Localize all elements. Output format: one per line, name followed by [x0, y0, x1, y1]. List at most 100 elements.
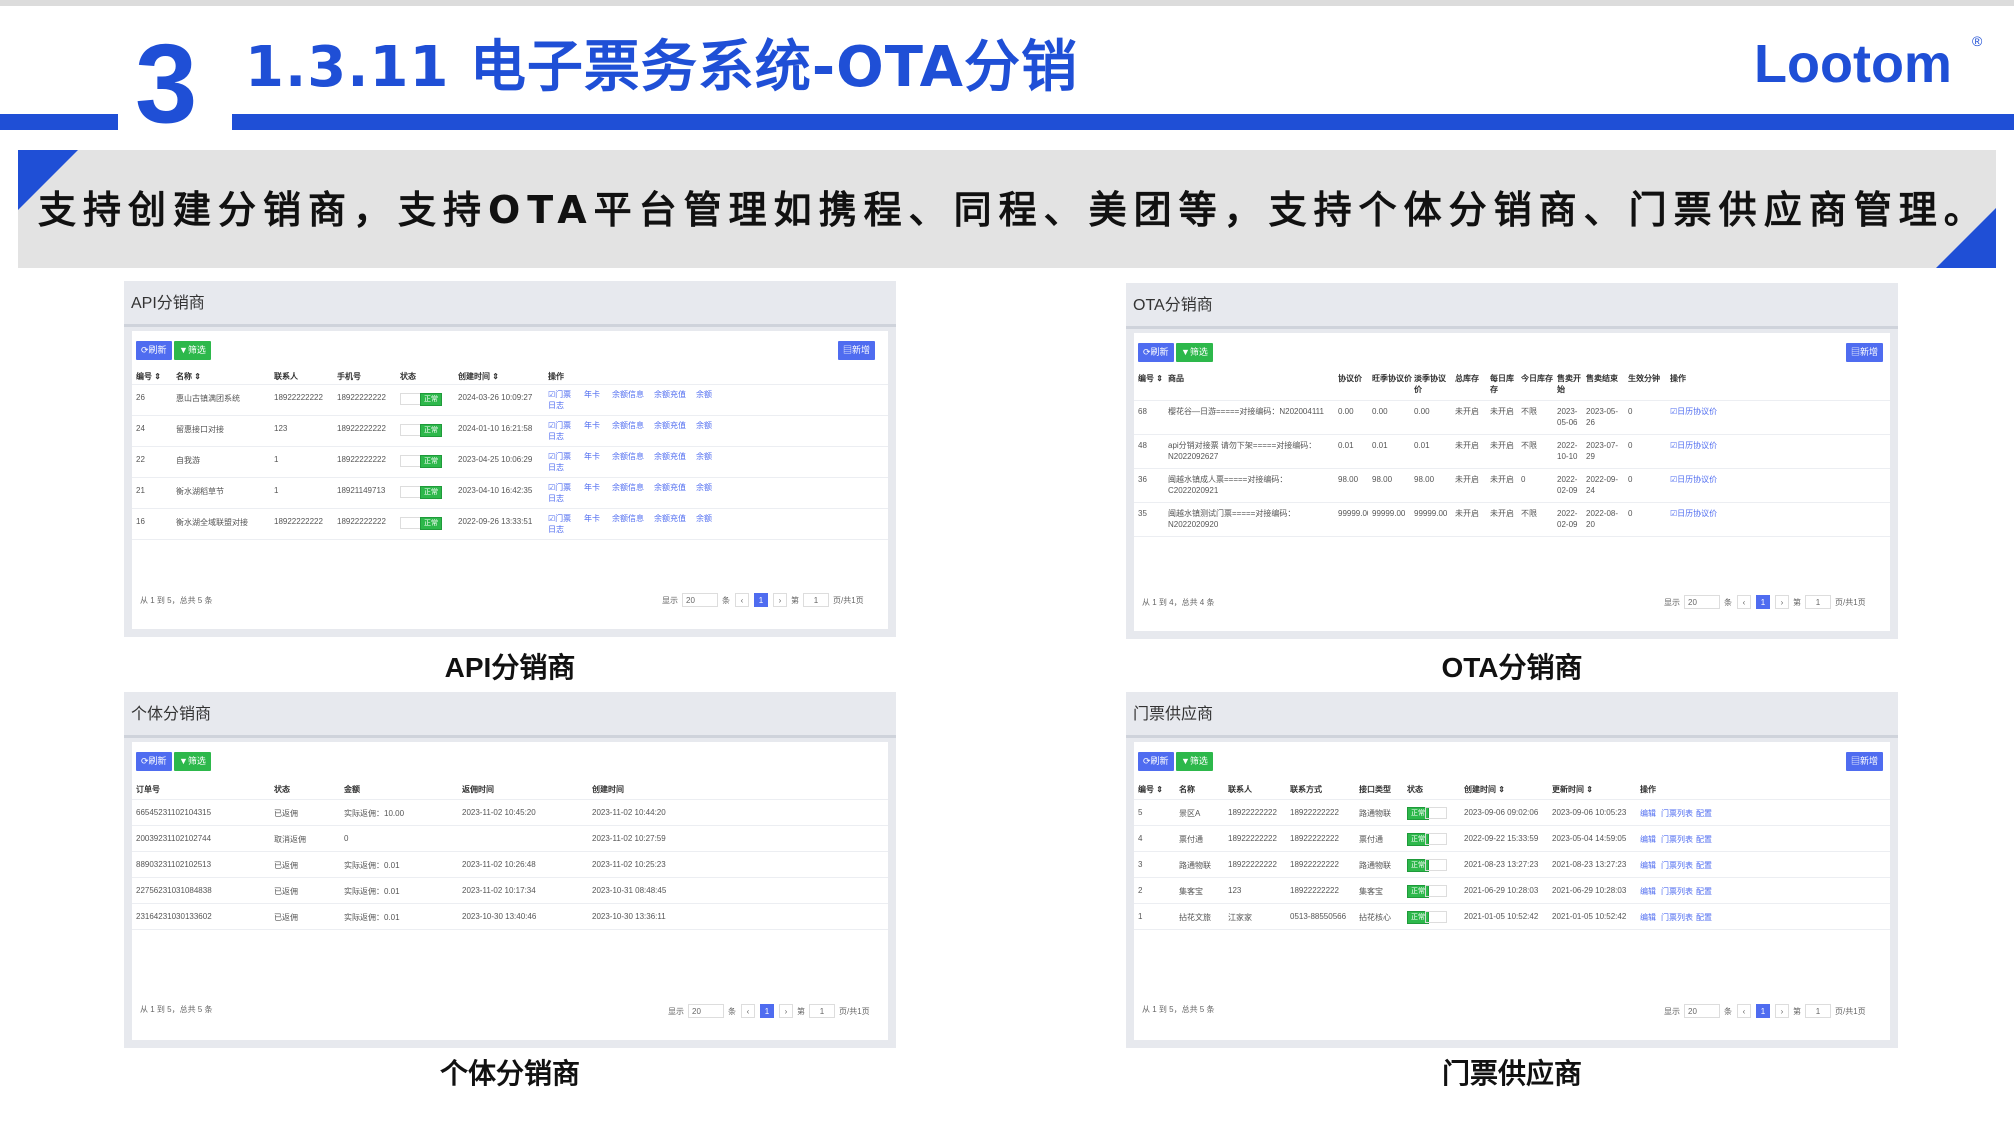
- refresh-button[interactable]: ⟳刷新: [1138, 752, 1174, 771]
- column-header: 金额: [344, 785, 360, 794]
- action-link[interactable]: 余额: [696, 513, 738, 524]
- action-link[interactable]: 余额充值: [654, 513, 696, 524]
- action-link[interactable]: 门票列表: [1661, 886, 1697, 897]
- status-toggle[interactable]: [400, 455, 422, 467]
- action-link[interactable]: 配置: [1696, 886, 1732, 897]
- refresh-button[interactable]: ⟳刷新: [1138, 343, 1174, 362]
- table-cell-created: 2023-09-06 09:02:06: [1464, 808, 1539, 817]
- header-rule-left: [0, 114, 118, 130]
- filter-button[interactable]: ▼筛选: [174, 341, 211, 360]
- panel-title: API分销商: [124, 281, 896, 327]
- calendar-price-link[interactable]: ☑日历协议价: [1670, 474, 1878, 485]
- api-distributor-panel: API分销商 ⟳刷新 ▼筛选 ▤新增 编号 ⇕ 名称 ⇕ 联系人 手机号 状态 创建时间 …: [124, 281, 896, 637]
- filter-button[interactable]: ▼筛选: [1176, 343, 1213, 362]
- prev-page-button[interactable]: ‹: [1737, 595, 1751, 609]
- status-toggle[interactable]: [1425, 807, 1447, 819]
- status-toggle[interactable]: [400, 517, 422, 529]
- add-button[interactable]: ▤新增: [838, 341, 876, 360]
- status-toggle[interactable]: [1425, 833, 1447, 845]
- table-cell-price: 98.00: [1338, 475, 1359, 484]
- add-button[interactable]: ▤新增: [1846, 343, 1884, 362]
- page-size-select[interactable]: 20: [1684, 595, 1720, 609]
- page-1-button[interactable]: 1: [754, 593, 768, 607]
- panel-title: 门票供应商: [1126, 692, 1898, 738]
- action-link[interactable]: 余额: [696, 420, 738, 431]
- action-link[interactable]: 余额充值: [654, 389, 696, 400]
- table-cell-min: 0: [1628, 475, 1633, 484]
- goto-page-input[interactable]: 1: [809, 1004, 835, 1018]
- table-cell-id: 68: [1138, 407, 1147, 416]
- action-link[interactable]: 余额充值: [654, 451, 696, 462]
- action-link[interactable]: 门票列表: [1661, 834, 1697, 845]
- filter-button[interactable]: ▼筛选: [1176, 752, 1213, 771]
- filter-button[interactable]: ▼筛选: [174, 752, 211, 771]
- goto-page-input[interactable]: 1: [803, 593, 829, 607]
- status-toggle[interactable]: [1425, 885, 1447, 897]
- action-link[interactable]: 配置: [1696, 808, 1732, 819]
- action-link[interactable]: 余额充值: [654, 482, 696, 493]
- status-badge: 正常: [420, 517, 442, 530]
- status-toggle[interactable]: [400, 486, 422, 498]
- action-link[interactable]: 余额: [696, 389, 738, 400]
- refresh-button[interactable]: ⟳刷新: [136, 341, 172, 360]
- logo-registered-mark: ®: [1972, 33, 1983, 49]
- next-page-button[interactable]: ›: [1775, 595, 1789, 609]
- action-link[interactable]: 余额充值: [654, 420, 696, 431]
- table-cell-created: 2022-09-22 15:33:59: [1464, 834, 1539, 843]
- calendar-price-link[interactable]: ☑日历协议价: [1670, 406, 1878, 417]
- page-1-button[interactable]: 1: [760, 1004, 774, 1018]
- next-page-button[interactable]: ›: [779, 1004, 793, 1018]
- page-1-button[interactable]: 1: [1756, 595, 1770, 609]
- page-size-select[interactable]: 20: [682, 593, 718, 607]
- pager-unit-label: 条: [1724, 1007, 1732, 1016]
- add-button[interactable]: ▤新增: [1846, 752, 1884, 771]
- action-link[interactable]: 配置: [1696, 912, 1732, 923]
- column-header: 创建时间 ⇕: [1464, 785, 1505, 794]
- calendar-price-link[interactable]: ☑日历协议价: [1670, 508, 1878, 519]
- prev-page-button[interactable]: ‹: [735, 593, 749, 607]
- page-size-select[interactable]: 20: [1684, 1004, 1720, 1018]
- status-toggle[interactable]: [1425, 859, 1447, 871]
- refresh-button[interactable]: ⟳刷新: [136, 752, 172, 771]
- calendar-price-link[interactable]: ☑日历协议价: [1670, 440, 1878, 451]
- action-link[interactable]: 门票列表: [1661, 912, 1697, 923]
- action-link[interactable]: 余额信息: [612, 389, 654, 400]
- page-1-button[interactable]: 1: [1756, 1004, 1770, 1018]
- column-header: 今日库存: [1521, 374, 1553, 383]
- status-toggle[interactable]: [400, 424, 422, 436]
- action-link[interactable]: 配置: [1696, 860, 1732, 871]
- action-log-link[interactable]: 日志: [548, 400, 578, 411]
- action-link[interactable]: 余额信息: [612, 482, 654, 493]
- prev-page-button[interactable]: ‹: [1737, 1004, 1751, 1018]
- action-link[interactable]: 余额信息: [612, 513, 654, 524]
- action-link[interactable]: 余额信息: [612, 451, 654, 462]
- column-header: 售卖结束: [1586, 374, 1618, 383]
- action-link[interactable]: 配置: [1696, 834, 1732, 845]
- table-cell-type: 路通物联: [1359, 861, 1391, 870]
- action-link[interactable]: 余额: [696, 451, 738, 462]
- action-log-link[interactable]: 日志: [548, 431, 578, 442]
- supplier-caption: 门票供应商: [1441, 1058, 1582, 1089]
- table-row: 4 票付通 18922222222 18922222222 票付通 正常 2022-09-2…: [1134, 826, 1890, 852]
- action-link[interactable]: 门票列表: [1661, 808, 1697, 819]
- status-toggle[interactable]: [1425, 911, 1447, 923]
- action-log-link[interactable]: 日志: [548, 462, 578, 473]
- table-cell-min: 0: [1628, 509, 1633, 518]
- table-cell-total: 未开启: [1455, 509, 1479, 518]
- action-link[interactable]: 余额信息: [612, 420, 654, 431]
- column-header: 总库存: [1455, 374, 1479, 383]
- action-link[interactable]: 门票列表: [1661, 860, 1697, 871]
- section-number: 3: [135, 21, 198, 146]
- next-page-button[interactable]: ›: [773, 593, 787, 607]
- action-link[interactable]: 余额: [696, 482, 738, 493]
- prev-page-button[interactable]: ‹: [741, 1004, 755, 1018]
- goto-page-input[interactable]: 1: [1805, 595, 1831, 609]
- next-page-button[interactable]: ›: [1775, 1004, 1789, 1018]
- goto-page-input[interactable]: 1: [1805, 1004, 1831, 1018]
- action-log-link[interactable]: 日志: [548, 524, 578, 535]
- page-size-select[interactable]: 20: [688, 1004, 724, 1018]
- status-toggle[interactable]: [400, 393, 422, 405]
- column-header: 联系人: [274, 372, 298, 381]
- action-log-link[interactable]: 日志: [548, 493, 578, 504]
- table-cell-product: 樱花谷—日游=====对接编码：N202004111: [1168, 407, 1324, 416]
